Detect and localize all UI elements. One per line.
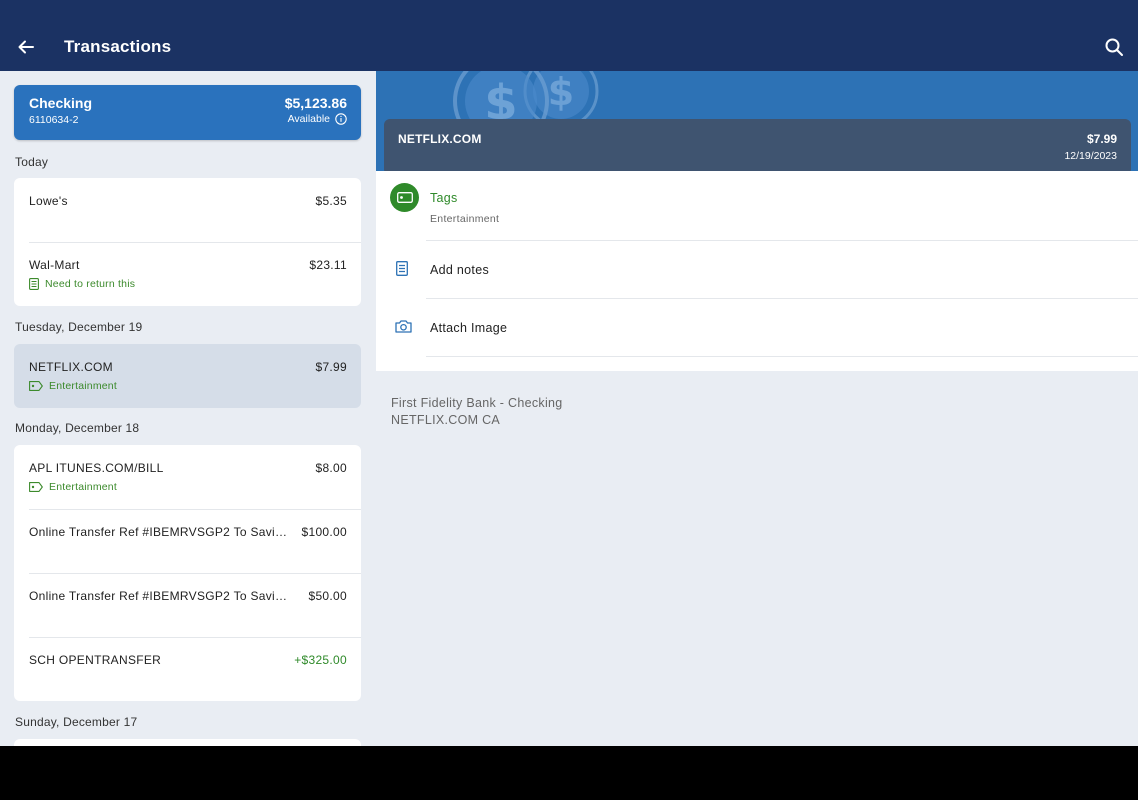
transaction-row[interactable]: SCH OPENTRANSFER +$325.00 [14, 637, 361, 701]
transaction-tag: Entertainment [29, 481, 117, 493]
attach-image-label: Attach Image [430, 321, 508, 335]
divider [426, 356, 1138, 357]
transaction-row[interactable]: Lowe's $5.35 [14, 178, 361, 242]
tag-text: Entertainment [49, 380, 117, 392]
transaction-name: SCH OPENTRANSFER [29, 653, 162, 667]
section-header-dec-18: Monday, December 18 [15, 421, 140, 435]
note-icon [29, 278, 39, 290]
transaction-group-dec-18: APL ITUNES.COM/BILL $8.00 Entertainment … [14, 445, 361, 701]
tag-text: Entertainment [49, 481, 117, 493]
section-header-dec-19: Tuesday, December 19 [15, 320, 143, 334]
account-name: Checking [29, 95, 93, 111]
account-card[interactable]: Checking 6110634-2 $5,123.86 Available [14, 85, 361, 140]
back-button[interactable] [12, 33, 40, 61]
tag-icon [396, 192, 413, 203]
coins-icon: $ $ [453, 71, 599, 123]
transaction-row[interactable]: Online Transfer Ref #IBEMRVSGP2 To Savin… [14, 509, 361, 573]
transaction-detail-pane: $ $ NETFLIX.COM $7.99 12/19/2023 Tags En… [376, 71, 1138, 746]
merchant-amount: $7.99 [1086, 132, 1117, 146]
transaction-note: Need to return this [29, 278, 135, 290]
transaction-group-dec-17 [14, 739, 361, 746]
tags-row[interactable]: Tags Entertainment [376, 171, 1138, 241]
info-icon[interactable] [335, 113, 347, 125]
camera-icon [395, 320, 412, 333]
search-icon [1105, 38, 1123, 56]
detail-actions-list: Tags Entertainment Add notes Attach Imag… [376, 171, 1138, 371]
merchant-name: NETFLIX.COM [398, 132, 482, 146]
app-window: Transactions Checking 6110634-2 $5,123.8… [0, 0, 1138, 746]
tags-value: Entertainment [430, 213, 500, 225]
system-navigation-bar [0, 746, 1138, 800]
note-text: Need to return this [45, 278, 136, 290]
transaction-amount: $5.35 [315, 194, 347, 208]
tag-icon [29, 381, 43, 391]
tags-label: Tags [430, 191, 458, 205]
transaction-amount: $8.00 [315, 461, 347, 475]
transaction-amount: $23.11 [309, 258, 347, 272]
transaction-row[interactable]: Online Transfer Ref #IBEMRVSGP2 To Savin… [14, 573, 361, 637]
search-button[interactable] [1100, 33, 1128, 61]
account-available: Available [288, 113, 347, 125]
transaction-group-today: Lowe's $5.35 Wal-Mart $23.11 Need to ret… [14, 178, 361, 306]
detail-hero-banner: $ $ NETFLIX.COM $7.99 12/19/2023 [376, 71, 1138, 171]
transaction-row[interactable]: Wal-Mart $23.11 Need to return this [14, 242, 361, 306]
attach-image-row[interactable]: Attach Image [376, 299, 1138, 357]
merchant-description-line: NETFLIX.COM CA [391, 413, 501, 427]
transaction-source-info: First Fidelity Bank - Checking NETFLIX.C… [391, 395, 563, 429]
bank-account-line: First Fidelity Bank - Checking [391, 396, 563, 410]
transaction-name: APL ITUNES.COM/BILL [29, 461, 164, 475]
section-header-dec-17: Sunday, December 17 [15, 715, 138, 729]
transaction-amount: $100.00 [301, 525, 347, 539]
tags-icon-badge [390, 183, 419, 212]
svg-text:$: $ [548, 71, 574, 114]
transaction-date: 12/19/2023 [1064, 150, 1117, 162]
transaction-name: Wal-Mart [29, 258, 80, 272]
section-header-today: Today [15, 155, 49, 169]
available-label: Available [287, 113, 330, 125]
transaction-row-selected[interactable]: NETFLIX.COM $7.99 Entertainment [14, 344, 361, 408]
notes-icon-wrap [396, 261, 408, 276]
add-notes-label: Add notes [430, 263, 489, 277]
transaction-amount: $7.99 [315, 360, 347, 374]
arrow-left-icon [18, 40, 34, 54]
transaction-name: Online Transfer Ref #IBEMRVSGP2 To Savin… [29, 589, 294, 603]
transaction-name: Lowe's [29, 194, 68, 208]
merchant-summary-card: NETFLIX.COM $7.99 12/19/2023 [384, 119, 1131, 171]
transaction-amount: $50.00 [308, 589, 347, 603]
top-app-bar: Transactions [0, 0, 1138, 71]
account-number: 6110634-2 [29, 114, 79, 126]
notes-icon [396, 261, 408, 276]
transaction-tag: Entertainment [29, 380, 117, 392]
add-notes-row[interactable]: Add notes [376, 241, 1138, 299]
camera-icon-wrap [395, 320, 412, 333]
svg-text:$: $ [484, 75, 517, 123]
transactions-list-pane: Checking 6110634-2 $5,123.86 Available T… [0, 71, 376, 746]
tag-icon [29, 482, 43, 492]
account-balance: $5,123.86 [284, 95, 347, 111]
transaction-name: Online Transfer Ref #IBEMRVSGP2 To Savin… [29, 525, 294, 539]
transaction-amount: +$325.00 [294, 653, 347, 667]
transaction-group-dec-19: NETFLIX.COM $7.99 Entertainment [14, 344, 361, 408]
page-title: Transactions [64, 37, 172, 56]
transaction-row[interactable]: APL ITUNES.COM/BILL $8.00 Entertainment [14, 445, 361, 509]
transaction-name: NETFLIX.COM [29, 360, 113, 374]
